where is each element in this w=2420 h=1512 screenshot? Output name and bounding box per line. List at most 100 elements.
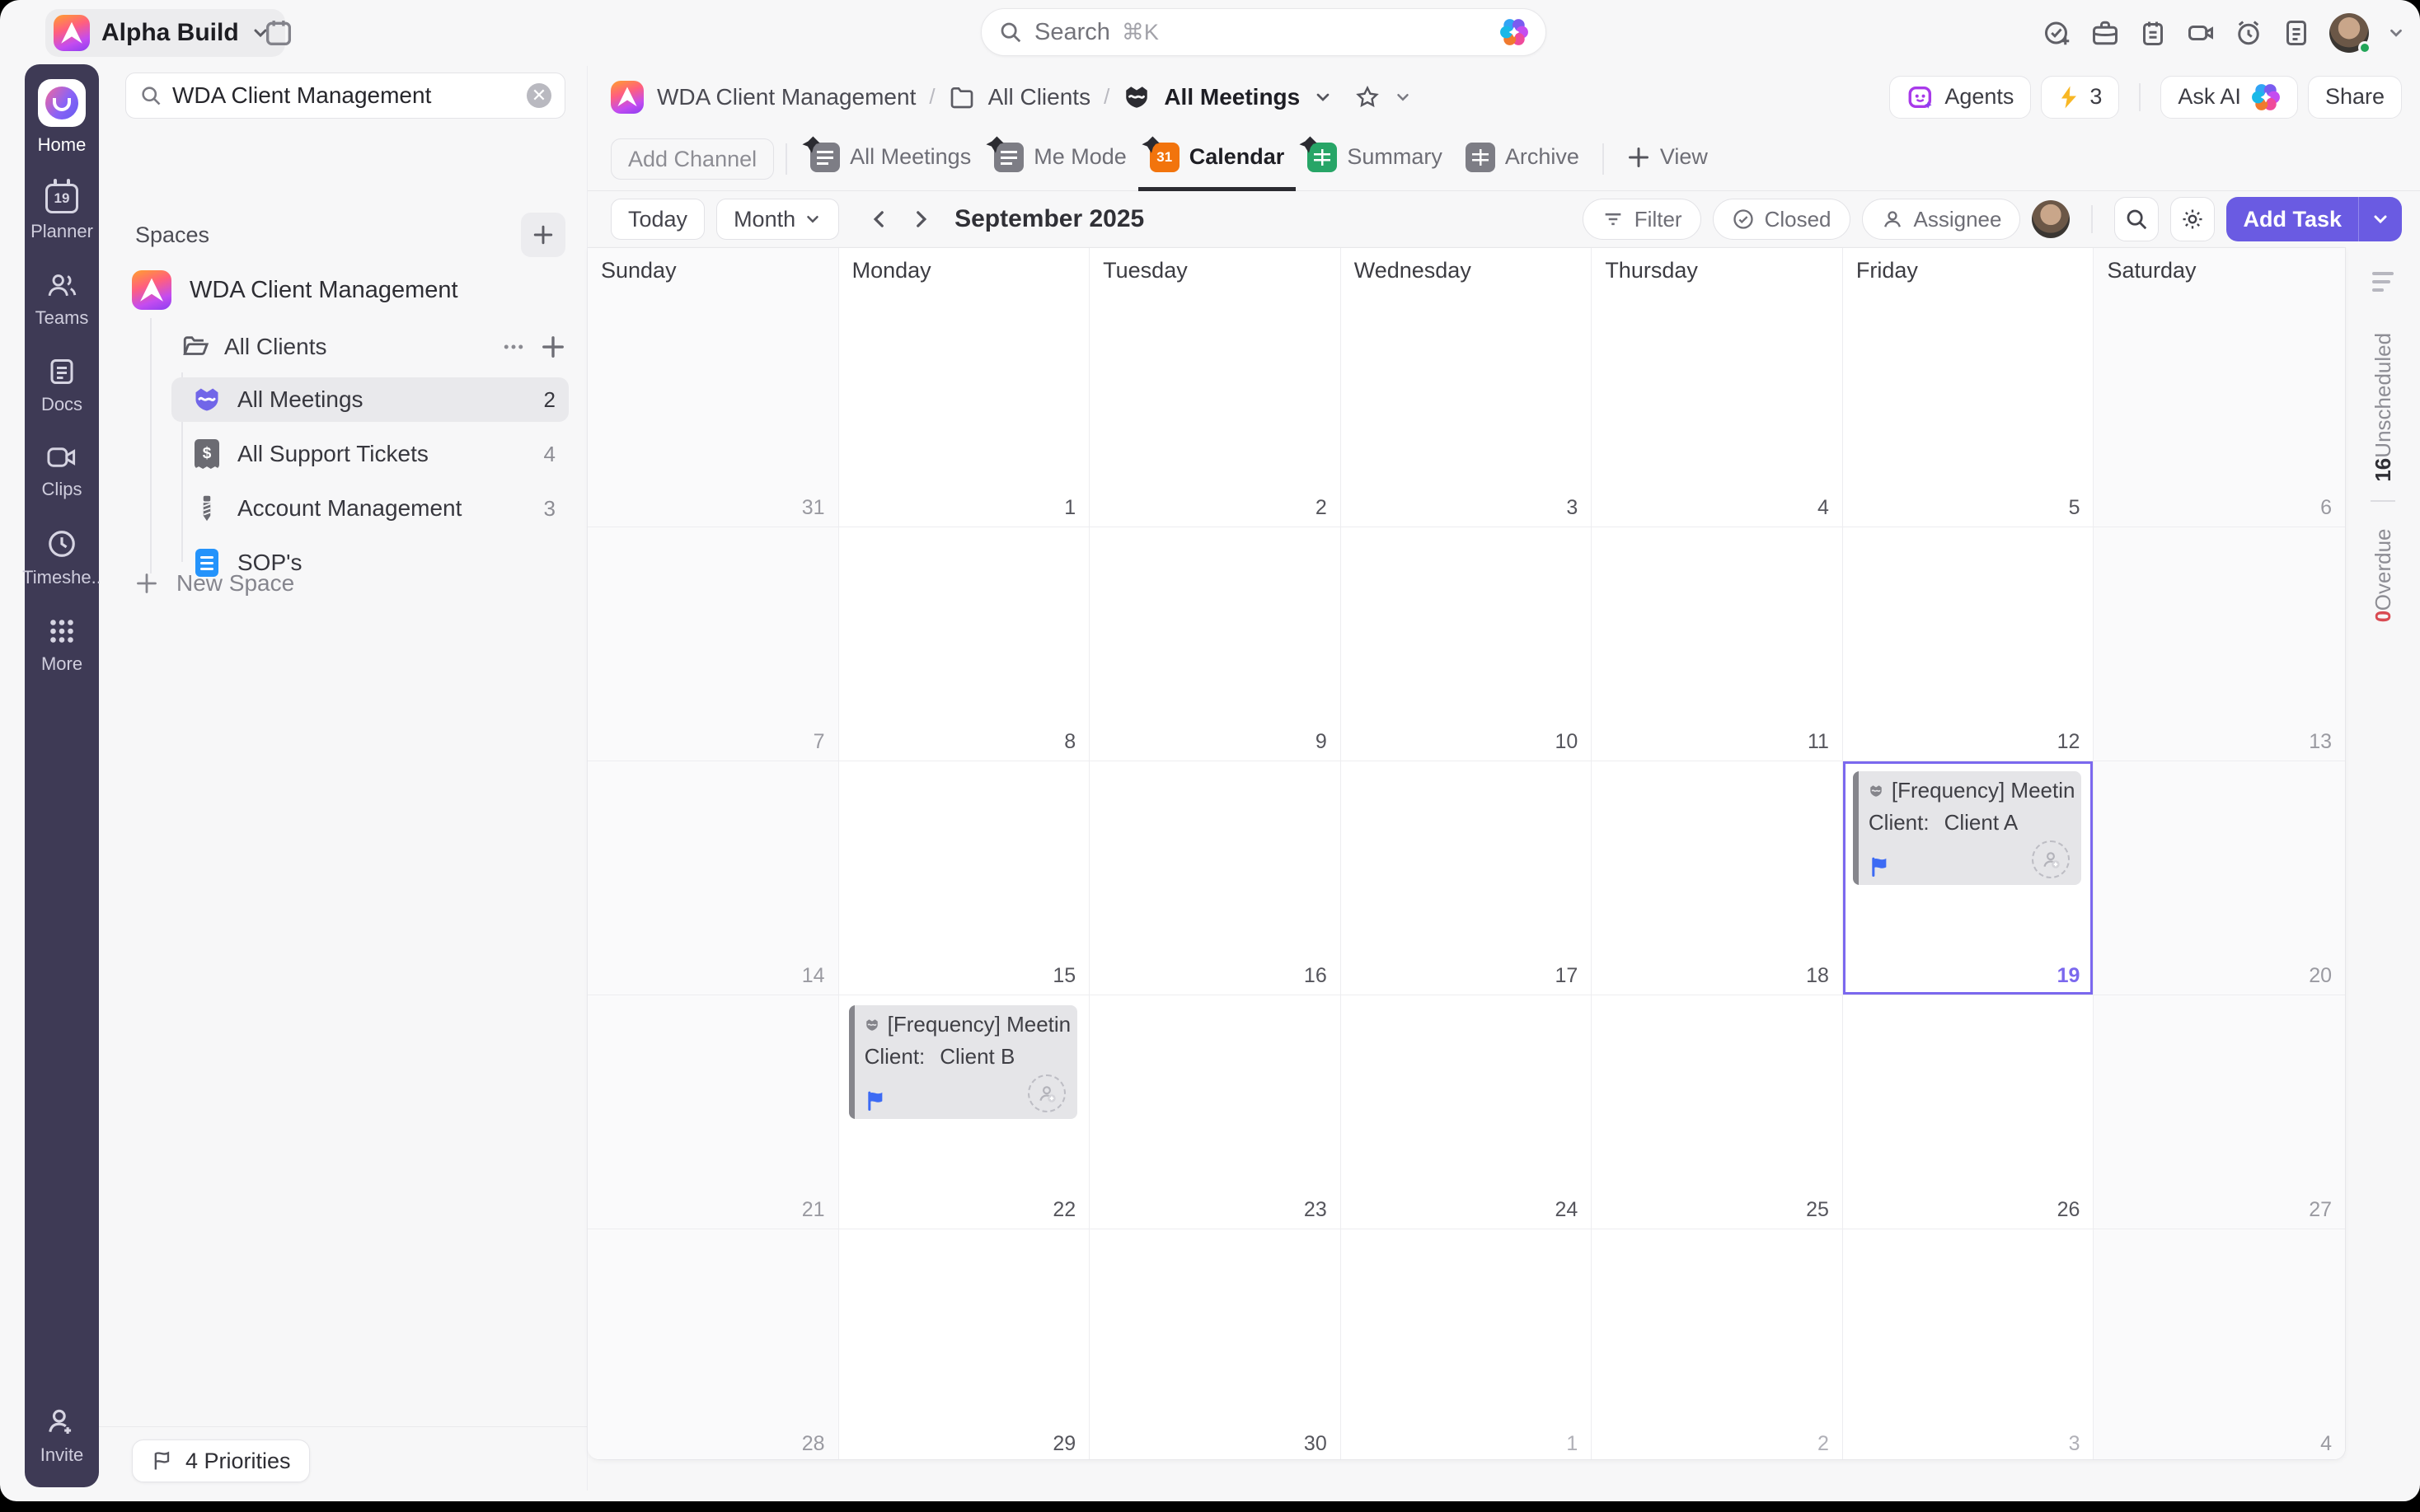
- sidebar-list-all-meetings[interactable]: All Meetings 2: [171, 377, 569, 422]
- calendar-day-cell[interactable]: 13: [2094, 527, 2345, 761]
- folder-add-icon[interactable]: [541, 335, 565, 359]
- calendar-day-cell[interactable]: 2: [1592, 1229, 1843, 1460]
- calendar-day-cell[interactable]: 24: [1341, 995, 1592, 1229]
- chevron-down-icon[interactable]: [2387, 24, 2405, 42]
- sidebar-folder-all-clients[interactable]: All Clients: [181, 328, 565, 366]
- view-settings-button[interactable]: [2170, 197, 2215, 241]
- folder-more-icon[interactable]: [501, 335, 526, 359]
- range-select[interactable]: Month: [716, 199, 839, 240]
- calendar-day-cell[interactable]: 1: [1341, 1229, 1592, 1460]
- task-card[interactable]: [Frequency] MeetinClient:Client A: [1853, 771, 2082, 885]
- sidebar-list-account-management[interactable]: Account Management 3: [171, 486, 569, 531]
- rail-item-more[interactable]: More: [41, 616, 82, 675]
- calendar-day-cell[interactable]: 21: [588, 995, 839, 1229]
- new-space-button[interactable]: New Space: [135, 570, 294, 597]
- star-favorite-icon[interactable]: [1354, 84, 1381, 110]
- workspace-switcher[interactable]: Alpha Build: [45, 9, 285, 57]
- sidebar-search-input[interactable]: WDA Client Management ✕: [125, 73, 565, 119]
- add-assignee-icon[interactable]: [1028, 1074, 1066, 1112]
- rail-item-planner[interactable]: 19 Planner: [30, 184, 93, 242]
- calendar-day-cell[interactable]: 23: [1090, 995, 1341, 1229]
- calendar-day-cell[interactable]: 18: [1592, 761, 1843, 995]
- priorities-button[interactable]: 4 Priorities: [132, 1439, 310, 1482]
- calendar-day-cell[interactable]: 17: [1341, 761, 1592, 995]
- next-month-button[interactable]: [900, 208, 941, 230]
- calendar-day-cell[interactable]: 28: [588, 1229, 839, 1460]
- task-card[interactable]: [Frequency] MeetinClient:Client B: [849, 1005, 1078, 1119]
- prev-month-button[interactable]: [859, 208, 900, 230]
- add-space-button[interactable]: [521, 213, 565, 257]
- calendar-day-cell[interactable]: [Frequency] MeetinClient:Client A19: [1843, 761, 2094, 995]
- calendar-day-cell[interactable]: [Frequency] MeetinClient:Client B22: [839, 995, 1090, 1229]
- calendar-day-cell[interactable]: 16: [1090, 761, 1341, 995]
- calendar-day-cell[interactable]: 2: [1090, 293, 1341, 527]
- rail-item-home[interactable]: Home: [38, 79, 87, 156]
- overdue-toggle[interactable]: 0 Overdue: [2371, 520, 2396, 622]
- filter-avatar[interactable]: [2032, 200, 2070, 238]
- calendar-day-cell[interactable]: 6: [2094, 293, 2345, 527]
- calendar-day-cell[interactable]: 20: [2094, 761, 2345, 995]
- calendar-quick-icon[interactable]: [262, 16, 295, 49]
- tab-me-mode[interactable]: Me Mode: [983, 128, 1138, 191]
- tab-all-meetings[interactable]: All Meetings: [799, 128, 983, 191]
- chevron-down-icon[interactable]: [1394, 88, 1412, 106]
- rail-item-clips[interactable]: Clips: [42, 443, 82, 500]
- today-button[interactable]: Today: [611, 199, 705, 240]
- agents-button[interactable]: Agents: [1889, 76, 2031, 119]
- calendar-day-cell[interactable]: 11: [1592, 527, 1843, 761]
- add-channel-button[interactable]: Add Channel: [611, 138, 774, 180]
- calendar-day-cell[interactable]: 14: [588, 761, 839, 995]
- tab-archive[interactable]: Archive: [1454, 128, 1591, 191]
- tab-summary[interactable]: Summary: [1296, 128, 1454, 191]
- calendar-day-cell[interactable]: 7: [588, 527, 839, 761]
- briefcase-icon[interactable]: [2090, 18, 2120, 48]
- user-avatar[interactable]: [2329, 13, 2369, 53]
- calendar-day-cell[interactable]: 8: [839, 527, 1090, 761]
- clips-video-icon[interactable]: [2186, 18, 2216, 48]
- rail-item-teams[interactable]: Teams: [35, 270, 89, 329]
- calendar-day-cell[interactable]: 12: [1843, 527, 2094, 761]
- notepad-icon[interactable]: [2138, 18, 2168, 48]
- calendar-day-cell[interactable]: 10: [1341, 527, 1592, 761]
- calendar-day-cell[interactable]: 30: [1090, 1229, 1341, 1460]
- calendar-day-cell[interactable]: 27: [2094, 995, 2345, 1229]
- calendar-day-cell[interactable]: 5: [1843, 293, 2094, 527]
- add-task-button[interactable]: Add Task: [2226, 197, 2402, 241]
- calendar-day-cell[interactable]: 4: [1592, 293, 1843, 527]
- calendar-day-cell[interactable]: 3: [1341, 293, 1592, 527]
- search-tasks-button[interactable]: [2114, 197, 2159, 241]
- chevron-down-icon[interactable]: [2359, 209, 2402, 229]
- filter-button[interactable]: Filter: [1583, 199, 1701, 240]
- unscheduled-toggle[interactable]: 16 Unscheduled: [2371, 325, 2396, 482]
- calendar-day-cell[interactable]: 4: [2094, 1229, 2345, 1460]
- reminder-alarm-icon[interactable]: [2234, 18, 2263, 48]
- calendar-day-cell[interactable]: 26: [1843, 995, 2094, 1229]
- closed-button[interactable]: Closed: [1713, 199, 1850, 240]
- sidebar-list-support-tickets[interactable]: $ All Support Tickets 4: [171, 432, 569, 476]
- new-task-icon[interactable]: [2042, 18, 2072, 48]
- chevron-down-icon[interactable]: [1313, 87, 1333, 107]
- calendar-day-cell[interactable]: 29: [839, 1229, 1090, 1460]
- boost-button[interactable]: 3: [2041, 76, 2119, 119]
- breadcrumb-space[interactable]: WDA Client Management: [657, 84, 916, 110]
- calendar-day-cell[interactable]: 3: [1843, 1229, 2094, 1460]
- calendar-day-cell[interactable]: 25: [1592, 995, 1843, 1229]
- calendar-day-cell[interactable]: 31: [588, 293, 839, 527]
- assignee-button[interactable]: Assignee: [1862, 199, 2021, 240]
- add-assignee-icon[interactable]: [2032, 840, 2070, 878]
- unscheduled-panel-handle-icon[interactable]: [2372, 272, 2394, 292]
- doc-icon[interactable]: [2282, 18, 2311, 48]
- ask-ai-button[interactable]: Ask AI: [2160, 76, 2298, 119]
- rail-item-docs[interactable]: Docs: [41, 357, 82, 415]
- calendar-day-cell[interactable]: 15: [839, 761, 1090, 995]
- clear-search-icon[interactable]: ✕: [527, 83, 551, 108]
- breadcrumb-list[interactable]: All Meetings: [1164, 84, 1300, 110]
- tab-calendar[interactable]: 31 Calendar: [1138, 128, 1297, 191]
- rail-item-invite[interactable]: Invite: [40, 1406, 84, 1466]
- global-search-input[interactable]: Search ⌘K: [981, 8, 1546, 56]
- calendar-day-cell[interactable]: 1: [839, 293, 1090, 527]
- calendar-day-cell[interactable]: 9: [1090, 527, 1341, 761]
- share-button[interactable]: Share: [2308, 76, 2402, 119]
- breadcrumb-folder[interactable]: All Clients: [988, 84, 1090, 110]
- sidebar-space-wda[interactable]: WDA Client Management: [132, 270, 458, 310]
